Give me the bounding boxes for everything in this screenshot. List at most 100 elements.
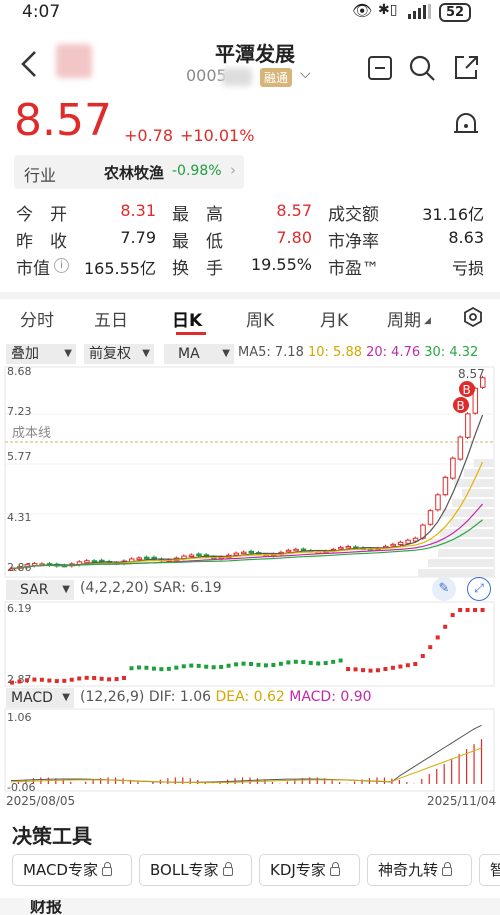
stock-code: 0005 (186, 66, 227, 85)
sar-point (181, 664, 186, 669)
kline-chart[interactable]: 成本线 8.68 7.23 5.77 4.31 2.86 8.57 B B 6.… (0, 364, 500, 804)
fullscreen-icon[interactable]: ⤢ (467, 577, 491, 601)
tab-monthly[interactable]: 月K (320, 306, 348, 331)
macd-expert-chip[interactable]: MACD专家 (12, 854, 132, 886)
sar-point (271, 663, 276, 668)
sar-point (196, 663, 201, 668)
tab-5day[interactable]: 五日 (94, 306, 128, 331)
tab-daily[interactable]: 日K (172, 306, 202, 331)
smart-chip[interactable]: 智 (479, 854, 500, 886)
ma20-value: 20: 4.76 (366, 345, 421, 360)
volume-profile-bar (418, 569, 494, 577)
candle-body (300, 548, 307, 552)
sar-point (219, 664, 224, 669)
buy-marker[interactable]: B (459, 381, 475, 397)
industry-label: 行业 (24, 166, 57, 185)
industry-chip[interactable]: 行业 农林牧渔 -0.98% › (14, 155, 244, 189)
ma-lines (11, 414, 484, 570)
ma30-value: 30: 4.32 (424, 345, 479, 360)
overlay-dropdown[interactable]: 叠加 (6, 344, 76, 364)
stat-value: 8.63 (448, 228, 484, 247)
chevron-down-icon[interactable]: ⌵ (300, 66, 311, 82)
minus-square-icon[interactable] (367, 55, 393, 81)
sar-point (107, 677, 112, 682)
sar-point (84, 675, 89, 680)
buy-marker[interactable]: B (453, 397, 469, 413)
sar-point (428, 645, 433, 650)
lock-icon (222, 862, 233, 876)
sar-point (375, 668, 380, 673)
sar-point (308, 660, 313, 665)
share-icon[interactable] (452, 54, 480, 82)
candles (9, 376, 486, 571)
cost-line-label: 成本线 (12, 426, 51, 441)
boll-expert-chip[interactable]: BOLL专家 (139, 854, 252, 886)
sar-dropdown[interactable]: SAR (6, 580, 74, 600)
stat-value: 8.57 (276, 201, 312, 220)
stock-name: 平潭发展 (215, 42, 295, 66)
stat-label: 市净率 (328, 232, 379, 252)
candle-body (435, 494, 441, 511)
sar-point (473, 608, 478, 612)
candle-body (233, 552, 240, 556)
kdj-expert-chip[interactable]: KDJ专家 (259, 854, 360, 886)
macd-info: (12,26,9) DIF: 1.06 DEA: 0.62 MACD: 0.90 (80, 689, 372, 705)
draw-pen-icon[interactable]: ✎ (432, 577, 456, 601)
industry-change: -0.98% (172, 163, 222, 179)
sar-point (458, 608, 463, 612)
sar-point (465, 608, 470, 612)
sar-point (54, 679, 59, 684)
ma-line (11, 461, 484, 570)
sar-point (166, 666, 171, 671)
stat-value: 7.79 (120, 228, 156, 247)
sar-point (263, 663, 268, 668)
sar-info: (4,2,2,20) SAR: 6.19 (80, 580, 222, 596)
volume-profile-bar (438, 549, 494, 557)
chart-period-tabs: 分时 五日 日K 周K 月K 周期 ◢ (0, 300, 500, 336)
sar-point (480, 608, 485, 612)
sar-point (204, 664, 209, 669)
sar-value: SAR: 6.19 (153, 580, 222, 596)
td9-chip[interactable]: 神奇九转 (367, 854, 472, 886)
sar-point (122, 675, 127, 680)
volume-profile-bar (442, 509, 494, 517)
stat-label: 昨 收 (16, 232, 67, 252)
code-redaction (222, 68, 252, 86)
candle-body (405, 539, 411, 544)
price-change: +0.78 (124, 126, 174, 145)
stat-label: 换 手 (172, 259, 223, 279)
macd-value: MACD: 0.90 (289, 689, 372, 705)
stock-logo (56, 44, 92, 78)
search-icon[interactable] (408, 54, 436, 82)
adjust-dropdown[interactable]: 前复权 (84, 344, 154, 364)
alert-bell-icon[interactable] (452, 110, 480, 140)
sar-point (24, 678, 29, 683)
macd-dropdown[interactable]: MACD (6, 688, 74, 708)
svg-text:B: B (457, 399, 465, 413)
eye-icon: 👁 (352, 1, 373, 20)
stats-grid: 今 开 8.31 最 高 8.57 成交额 31.16亿昨 收 7.79 最 低 7.80 市净率… (0, 196, 500, 286)
tab-weekly[interactable]: 周K (246, 306, 274, 331)
sar-frame (4, 601, 495, 687)
tab-period[interactable]: 周期 (387, 306, 421, 331)
back-icon[interactable] (20, 50, 38, 78)
macd-params: (12,26,9) (80, 689, 145, 705)
sar-point (301, 660, 306, 665)
settings-icon[interactable] (462, 306, 484, 328)
macd-axis-bottom: -0.06 (7, 781, 35, 794)
ma-dropdown[interactable]: MA (164, 344, 234, 364)
date-end: 2025/11/04 (427, 794, 497, 808)
candle-body (457, 436, 464, 460)
stat-value: 亏损 (451, 259, 484, 278)
candle-body (143, 556, 150, 560)
macd-histogram (10, 724, 483, 784)
sar-point (323, 661, 328, 666)
nav-bar: 平潭发展 0005 融通 ⌵ (0, 30, 500, 100)
volume-profile-bar (428, 559, 494, 567)
bluetooth-vibrate-icon: ✱▯ (378, 2, 398, 18)
sar-point (62, 678, 67, 683)
volume-profile-bar (474, 459, 494, 467)
tab-intraday[interactable]: 分时 (20, 306, 54, 331)
info-icon[interactable]: i (54, 258, 69, 273)
stat-value: 19.55% (250, 255, 312, 274)
